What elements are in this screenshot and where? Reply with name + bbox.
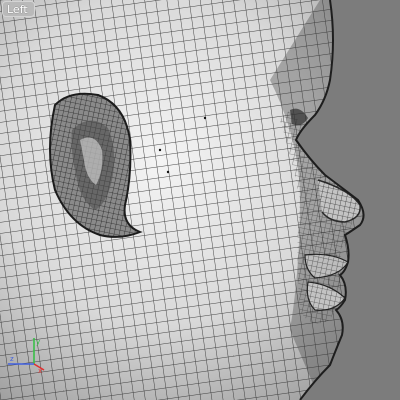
view-name-label[interactable]: Left <box>2 1 35 17</box>
axis-tripod-icon: z y x <box>8 338 45 374</box>
svg-text:y: y <box>36 338 40 346</box>
svg-text:z: z <box>10 355 14 363</box>
viewport-left[interactable]: Left z y x <box>0 0 400 400</box>
svg-text:x: x <box>38 367 42 374</box>
head-wireframe-model[interactable] <box>0 0 400 400</box>
